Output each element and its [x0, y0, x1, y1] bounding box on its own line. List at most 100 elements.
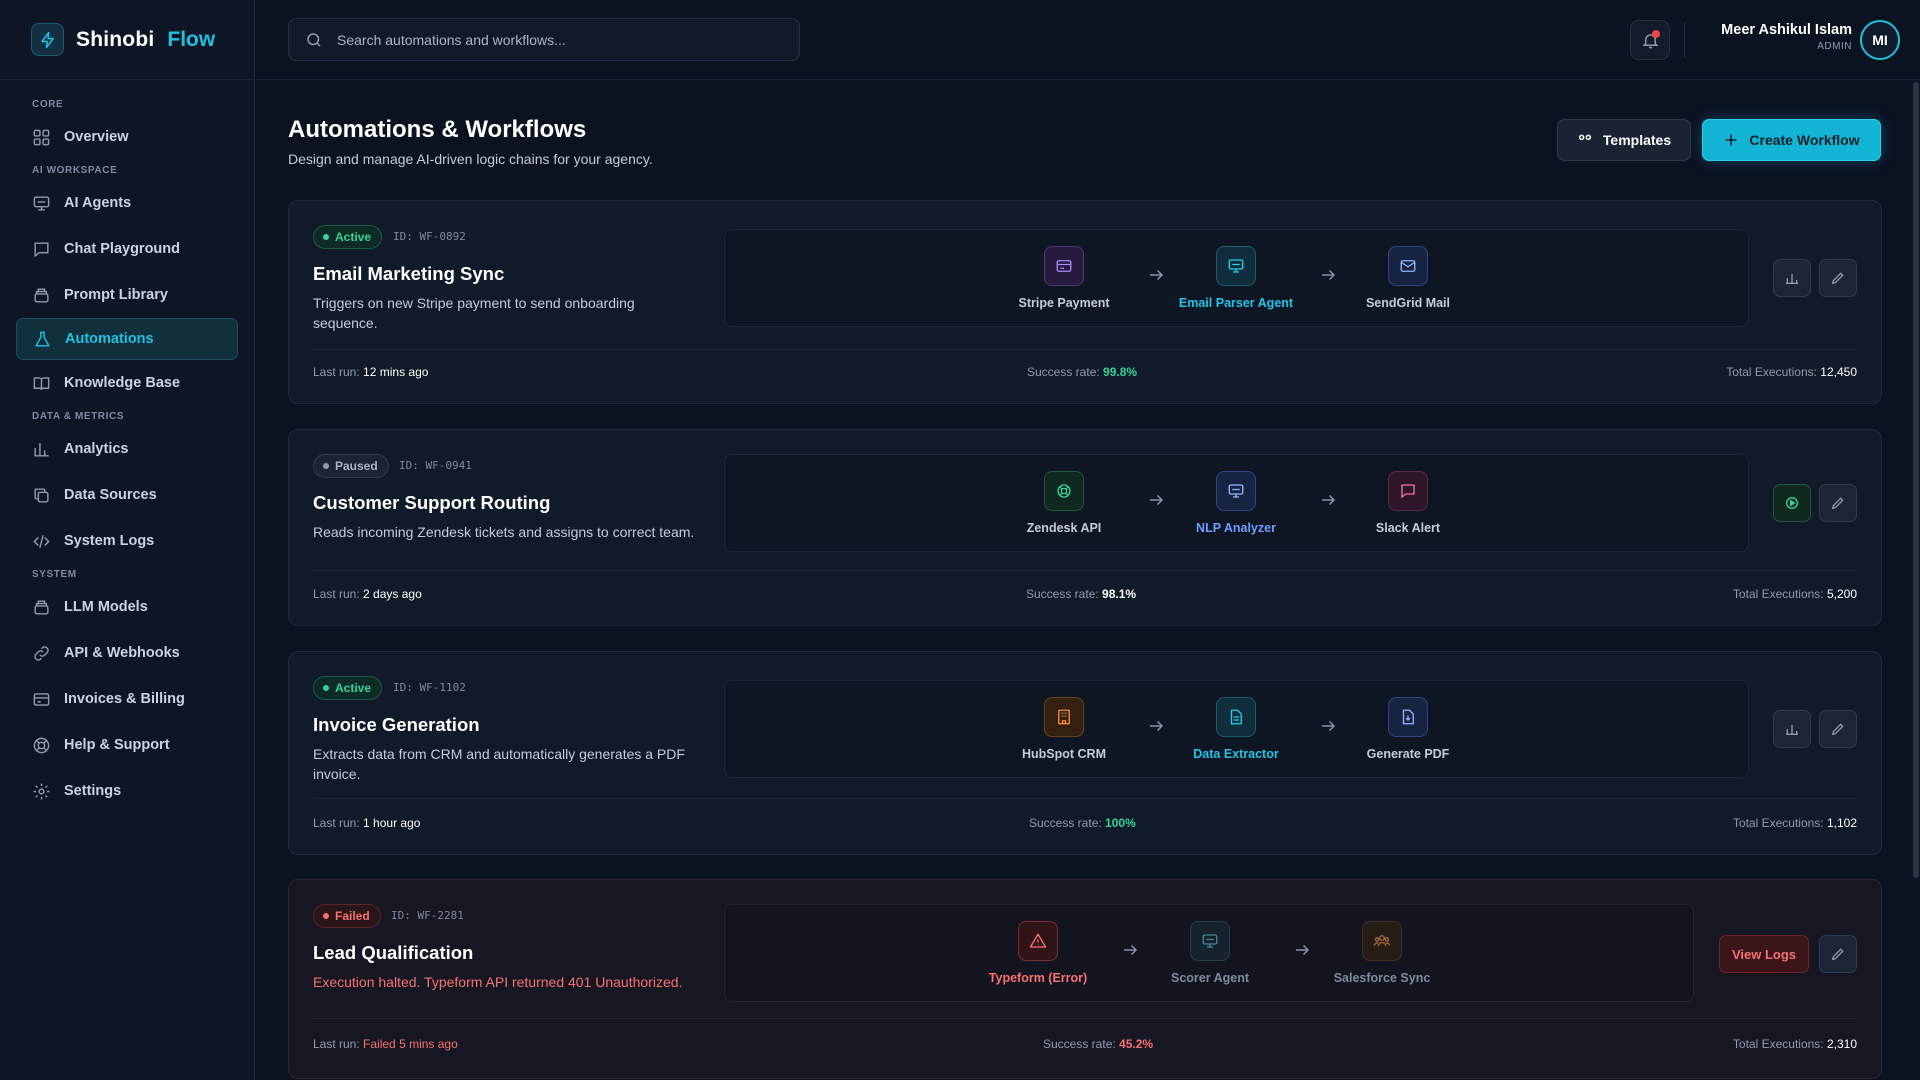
node-label: Generate PDF	[1366, 747, 1450, 761]
sidebar-item-knowledge-base[interactable]: Knowledge Base	[0, 360, 254, 406]
brand[interactable]: Shinobi Flow	[0, 0, 254, 80]
sidebar-item-prompt-library[interactable]: Prompt Library	[0, 272, 254, 318]
workflow-card[interactable]: Failed ID: WF-2281 Lead Qualification Ex…	[288, 879, 1882, 1079]
workflow-card[interactable]: Active ID: WF-0892 Email Marketing Sync …	[288, 200, 1882, 404]
sidebar-item-chat-playground[interactable]: Chat Playground	[0, 226, 254, 272]
total-executions: Total Executions: 5,200	[1733, 587, 1857, 601]
flask-icon	[33, 330, 52, 349]
success-rate-value: 45.2%	[1119, 1037, 1154, 1051]
sidebar-item-analytics[interactable]: Analytics	[0, 426, 254, 472]
copy-icon	[32, 486, 51, 505]
search-input[interactable]	[337, 31, 777, 48]
sidebar-item-automations[interactable]: Automations	[16, 318, 238, 360]
status-badge: Paused	[313, 454, 389, 478]
edit-button[interactable]	[1819, 710, 1857, 748]
analytics-button[interactable]	[1773, 710, 1811, 748]
book-icon	[32, 374, 51, 393]
success-rate-label: Success rate:	[1043, 1037, 1116, 1051]
success-rate-label: Success rate:	[1029, 816, 1102, 830]
sidebar-item-help-support[interactable]: Help & Support	[0, 722, 254, 768]
executions-label: Total Executions:	[1732, 1037, 1824, 1051]
sidebar-item-invoices-billing[interactable]: Invoices & Billing	[0, 676, 254, 722]
bar-chart-icon	[1784, 270, 1800, 286]
sidebar-item-llm-models[interactable]: LLM Models	[0, 584, 254, 630]
edit-button[interactable]	[1819, 935, 1857, 973]
sidebar-item-label: Settings	[64, 783, 122, 799]
card-divider	[313, 570, 1857, 571]
monitor-icon	[1227, 482, 1245, 500]
success-rate: Success rate: 99.8%	[1027, 365, 1137, 379]
sidebar-item-label: Prompt Library	[64, 287, 168, 303]
pipeline-node[interactable]: SendGrid Mail	[1343, 246, 1473, 310]
create-workflow-button[interactable]: Create Workflow	[1702, 119, 1881, 161]
card-divider	[313, 798, 1857, 799]
sidebar-item-label: System Logs	[64, 533, 155, 549]
play-button[interactable]	[1773, 484, 1811, 522]
sidebar-item-api-webhooks[interactable]: API & Webhooks	[0, 630, 254, 676]
monitor-icon	[1201, 932, 1219, 950]
page-subtitle: Design and manage AI-driven logic chains…	[288, 151, 653, 167]
user-info[interactable]: Meer Ashikul Islam ADMIN	[1652, 22, 1852, 52]
pipeline-node[interactable]: Email Parser Agent	[1171, 246, 1301, 310]
pipeline-node[interactable]: Zendesk API	[999, 471, 1129, 535]
success-rate-value: 100%	[1105, 816, 1136, 830]
nav-section-ai-workspace: AI WORKSPACE	[32, 164, 118, 176]
last-run-label: Last run:	[313, 1037, 360, 1051]
last-run-label: Last run:	[313, 816, 360, 830]
workflow-id: ID: WF-0941	[399, 459, 472, 472]
sidebar-item-data-sources[interactable]: Data Sources	[0, 472, 254, 518]
workflow-id: ID: WF-0892	[393, 230, 466, 243]
scrollbar-thumb[interactable]	[1913, 82, 1919, 878]
node-label: Stripe Payment	[1018, 296, 1110, 310]
pipeline-node[interactable]: HubSpot CRM	[999, 697, 1129, 761]
sidebar-item-ai-agents[interactable]: AI Agents	[0, 180, 254, 226]
templates-button[interactable]: Templates	[1557, 119, 1691, 161]
avatar[interactable]: MI	[1860, 20, 1900, 60]
chat-icon	[32, 240, 51, 259]
node-icon-box	[1044, 246, 1084, 286]
arrow-right-icon	[1121, 941, 1139, 959]
sidebar-item-system-logs[interactable]: System Logs	[0, 518, 254, 564]
pipeline-node[interactable]: Data Extractor	[1171, 697, 1301, 761]
sidebar-item-settings[interactable]: Settings	[0, 768, 254, 814]
pencil-icon	[1830, 495, 1846, 511]
gear-icon	[32, 782, 51, 801]
arrow-right-icon	[1147, 717, 1165, 735]
pipeline-node[interactable]: NLP Analyzer	[1171, 471, 1301, 535]
sidebar-nav: CORE Overview AI WORKSPACE AI Agents Cha…	[0, 80, 254, 814]
status-dot	[323, 913, 329, 919]
edit-button[interactable]	[1819, 484, 1857, 522]
workflow-card[interactable]: Active ID: WF-1102 Invoice Generation Ex…	[288, 651, 1882, 855]
arrow-right-icon	[1147, 266, 1165, 284]
search-bar[interactable]	[288, 18, 800, 61]
edit-button[interactable]	[1819, 259, 1857, 297]
search-icon	[305, 31, 323, 49]
arrow-right-icon	[1147, 491, 1165, 509]
user-name: Meer Ashikul Islam	[1721, 22, 1852, 38]
node-label: Typeform (Error)	[988, 971, 1088, 985]
pipeline-node[interactable]: Scorer Agent	[1145, 921, 1275, 985]
status-badge: Failed	[313, 904, 381, 928]
executions-value: 5,200	[1826, 587, 1857, 601]
workflow-card[interactable]: Paused ID: WF-0941 Customer Support Rout…	[288, 429, 1882, 626]
card-divider	[313, 1018, 1857, 1019]
node-label: SendGrid Mail	[1365, 296, 1451, 310]
file-download-icon	[1399, 708, 1417, 726]
workflow-title: Lead Qualification	[313, 942, 474, 963]
brand-name: Shinobi	[76, 27, 155, 51]
pipeline-node[interactable]: Salesforce Sync	[1317, 921, 1447, 985]
pipeline-node[interactable]: Slack Alert	[1343, 471, 1473, 535]
sidebar-item-overview[interactable]: Overview	[0, 114, 254, 160]
workflow-description: Triggers on new Stripe payment to send o…	[313, 295, 635, 331]
analytics-button[interactable]	[1773, 259, 1811, 297]
success-rate-label: Success rate:	[1026, 587, 1099, 601]
lifebuoy-icon	[32, 736, 51, 755]
pipeline-node[interactable]: Typeform (Error)	[973, 921, 1103, 985]
total-executions: Total Executions: 2,310	[1733, 1037, 1857, 1051]
pipeline-node[interactable]: Stripe Payment	[999, 246, 1129, 310]
view-logs-button[interactable]: View Logs	[1719, 935, 1809, 973]
sidebar-item-label: Automations	[65, 331, 154, 347]
pipeline-node[interactable]: Generate PDF	[1343, 697, 1473, 761]
arrow-right-icon	[1319, 491, 1337, 509]
credit-card-icon	[32, 690, 51, 709]
